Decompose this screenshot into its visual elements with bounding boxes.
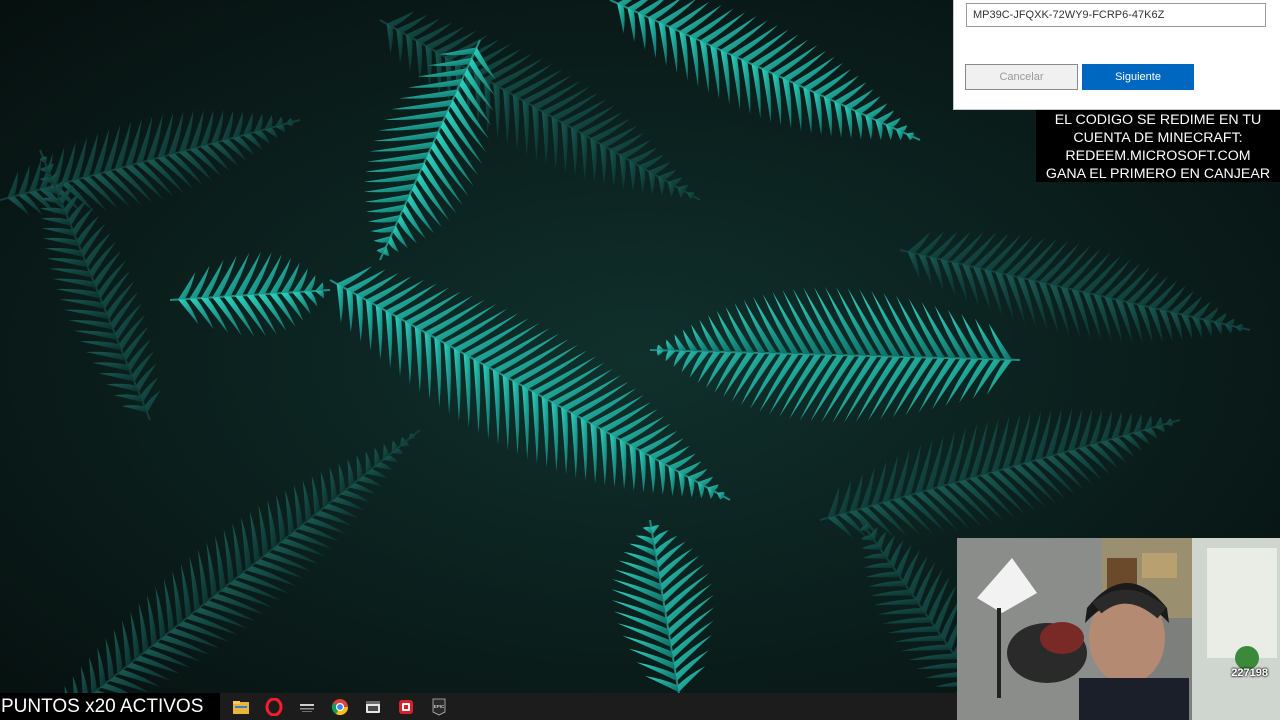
cancel-button[interactable]: Cancelar	[965, 64, 1078, 90]
taskbar: PUNTOS x20 ACTIVOS EPIC	[0, 693, 957, 720]
redeem-code-dialog: Cancelar Siguiente	[953, 0, 1280, 110]
webcam-image	[957, 538, 1280, 720]
notice-line: REDEEM.MICROSOFT.COM	[1065, 148, 1251, 164]
notice-line: EL CODIGO SE REDIME EN TU	[1054, 112, 1262, 128]
redeem-notice-overlay: EL CODIGO SE REDIME EN TU CUENTA DE MINE…	[1036, 110, 1280, 182]
launcher-icon[interactable]	[296, 696, 318, 718]
notice-line: CUENTA DE MINECRAFT:	[1073, 130, 1243, 146]
epic-games-icon[interactable]: EPIC	[428, 696, 450, 718]
opera-gx-icon[interactable]	[263, 696, 285, 718]
points-multiplier-label: PUNTOS x20 ACTIVOS	[0, 693, 220, 720]
file-explorer-icon[interactable]	[230, 696, 252, 718]
epic-games-icon-label: EPIC	[434, 704, 445, 709]
chrome-icon[interactable]	[329, 696, 351, 718]
notice-line: GANA EL PRIMERO EN CANJEAR	[1045, 166, 1271, 182]
app-window-icon[interactable]	[362, 696, 384, 718]
webcam-feed: 227198	[957, 538, 1280, 720]
redeem-code-input[interactable]	[966, 3, 1266, 27]
red-app-icon[interactable]	[395, 696, 417, 718]
viewer-count: 227198	[1231, 667, 1268, 679]
next-button[interactable]: Siguiente	[1082, 64, 1194, 90]
